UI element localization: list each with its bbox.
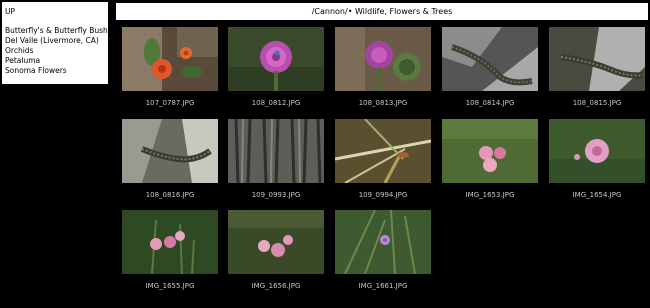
thumbnail-filename[interactable]: 108_0814.JPG bbox=[432, 99, 548, 107]
thumbnail-image[interactable] bbox=[335, 27, 431, 91]
thumbnail-item[interactable]: 109_0993.JPG bbox=[228, 119, 324, 199]
folder-link-orchids[interactable]: Orchids bbox=[5, 46, 105, 56]
thumbnail-image[interactable] bbox=[228, 27, 324, 91]
thumbnail-filename[interactable]: 108_0816.JPG bbox=[112, 191, 228, 199]
thumbnail-image[interactable] bbox=[549, 119, 645, 183]
thumbnail-filename[interactable]: IMG_1655.JPG bbox=[112, 282, 228, 290]
thumbnail-image[interactable] bbox=[442, 27, 538, 91]
thumbnail-image[interactable] bbox=[228, 210, 324, 274]
thumbnail-item[interactable]: IMG_1656.JPG bbox=[228, 210, 324, 290]
thumbnail-item[interactable]: 108_0816.JPG bbox=[122, 119, 218, 199]
thumbnail-image[interactable] bbox=[122, 119, 218, 183]
sidebar-nav: UP Butterfly's & Butterfly Bush Del Vall… bbox=[2, 2, 108, 84]
thumbnail-filename[interactable]: 108_0813.JPG bbox=[325, 99, 441, 107]
thumbnail-item[interactable]: IMG_1655.JPG bbox=[122, 210, 218, 290]
folder-link-butterflys[interactable]: Butterfly's & Butterfly Bush bbox=[5, 26, 108, 36]
thumbnail-image[interactable] bbox=[335, 210, 431, 274]
thumbnail-item[interactable]: 109_0994.JPG bbox=[335, 119, 431, 199]
thumbnail-item[interactable]: 108_0814.JPG bbox=[442, 27, 538, 107]
thumbnail-image[interactable] bbox=[228, 119, 324, 183]
thumbnail-filename[interactable]: 107_0787.JPG bbox=[112, 99, 228, 107]
up-link[interactable]: UP bbox=[5, 7, 105, 17]
thumbnail-image[interactable] bbox=[335, 119, 431, 183]
folder-link-sonoma-flowers[interactable]: Sonoma Flowers bbox=[5, 66, 105, 76]
folder-link-petaluma[interactable]: Petaluma bbox=[5, 56, 105, 66]
thumbnail-item[interactable]: 107_0787.JPG bbox=[122, 27, 218, 107]
thumbnail-item[interactable]: IMG_1661.JPG bbox=[335, 210, 431, 290]
thumbnail-filename[interactable]: 108_0812.JPG bbox=[218, 99, 334, 107]
thumbnail-filename[interactable]: IMG_1653.JPG bbox=[432, 191, 548, 199]
thumbnail-filename[interactable]: 109_0993.JPG bbox=[218, 191, 334, 199]
thumbnail-filename[interactable]: IMG_1654.JPG bbox=[539, 191, 650, 199]
thumbnail-filename[interactable]: IMG_1656.JPG bbox=[218, 282, 334, 290]
folder-link-del-valle[interactable]: Del Valle (Livermore, CA) bbox=[5, 36, 105, 46]
thumbnail-filename[interactable]: 109_0994.JPG bbox=[325, 191, 441, 199]
thumbnail-item[interactable]: 108_0815.JPG bbox=[549, 27, 645, 107]
thumbnail-image[interactable] bbox=[122, 210, 218, 274]
page-title: /Cannon/• Wildlife, Flowers & Trees bbox=[116, 3, 648, 20]
thumbnail-filename[interactable]: IMG_1661.JPG bbox=[325, 282, 441, 290]
thumbnail-item[interactable]: IMG_1654.JPG bbox=[549, 119, 645, 199]
thumbnail-item[interactable]: 108_0812.JPG bbox=[228, 27, 324, 107]
thumbnail-image[interactable] bbox=[442, 119, 538, 183]
thumbnail-image[interactable] bbox=[122, 27, 218, 91]
thumbnail-item[interactable]: 108_0813.JPG bbox=[335, 27, 431, 107]
thumbnail-image[interactable] bbox=[549, 27, 645, 91]
thumbnail-item[interactable]: IMG_1653.JPG bbox=[442, 119, 538, 199]
thumbnail-filename[interactable]: 108_0815.JPG bbox=[539, 99, 650, 107]
